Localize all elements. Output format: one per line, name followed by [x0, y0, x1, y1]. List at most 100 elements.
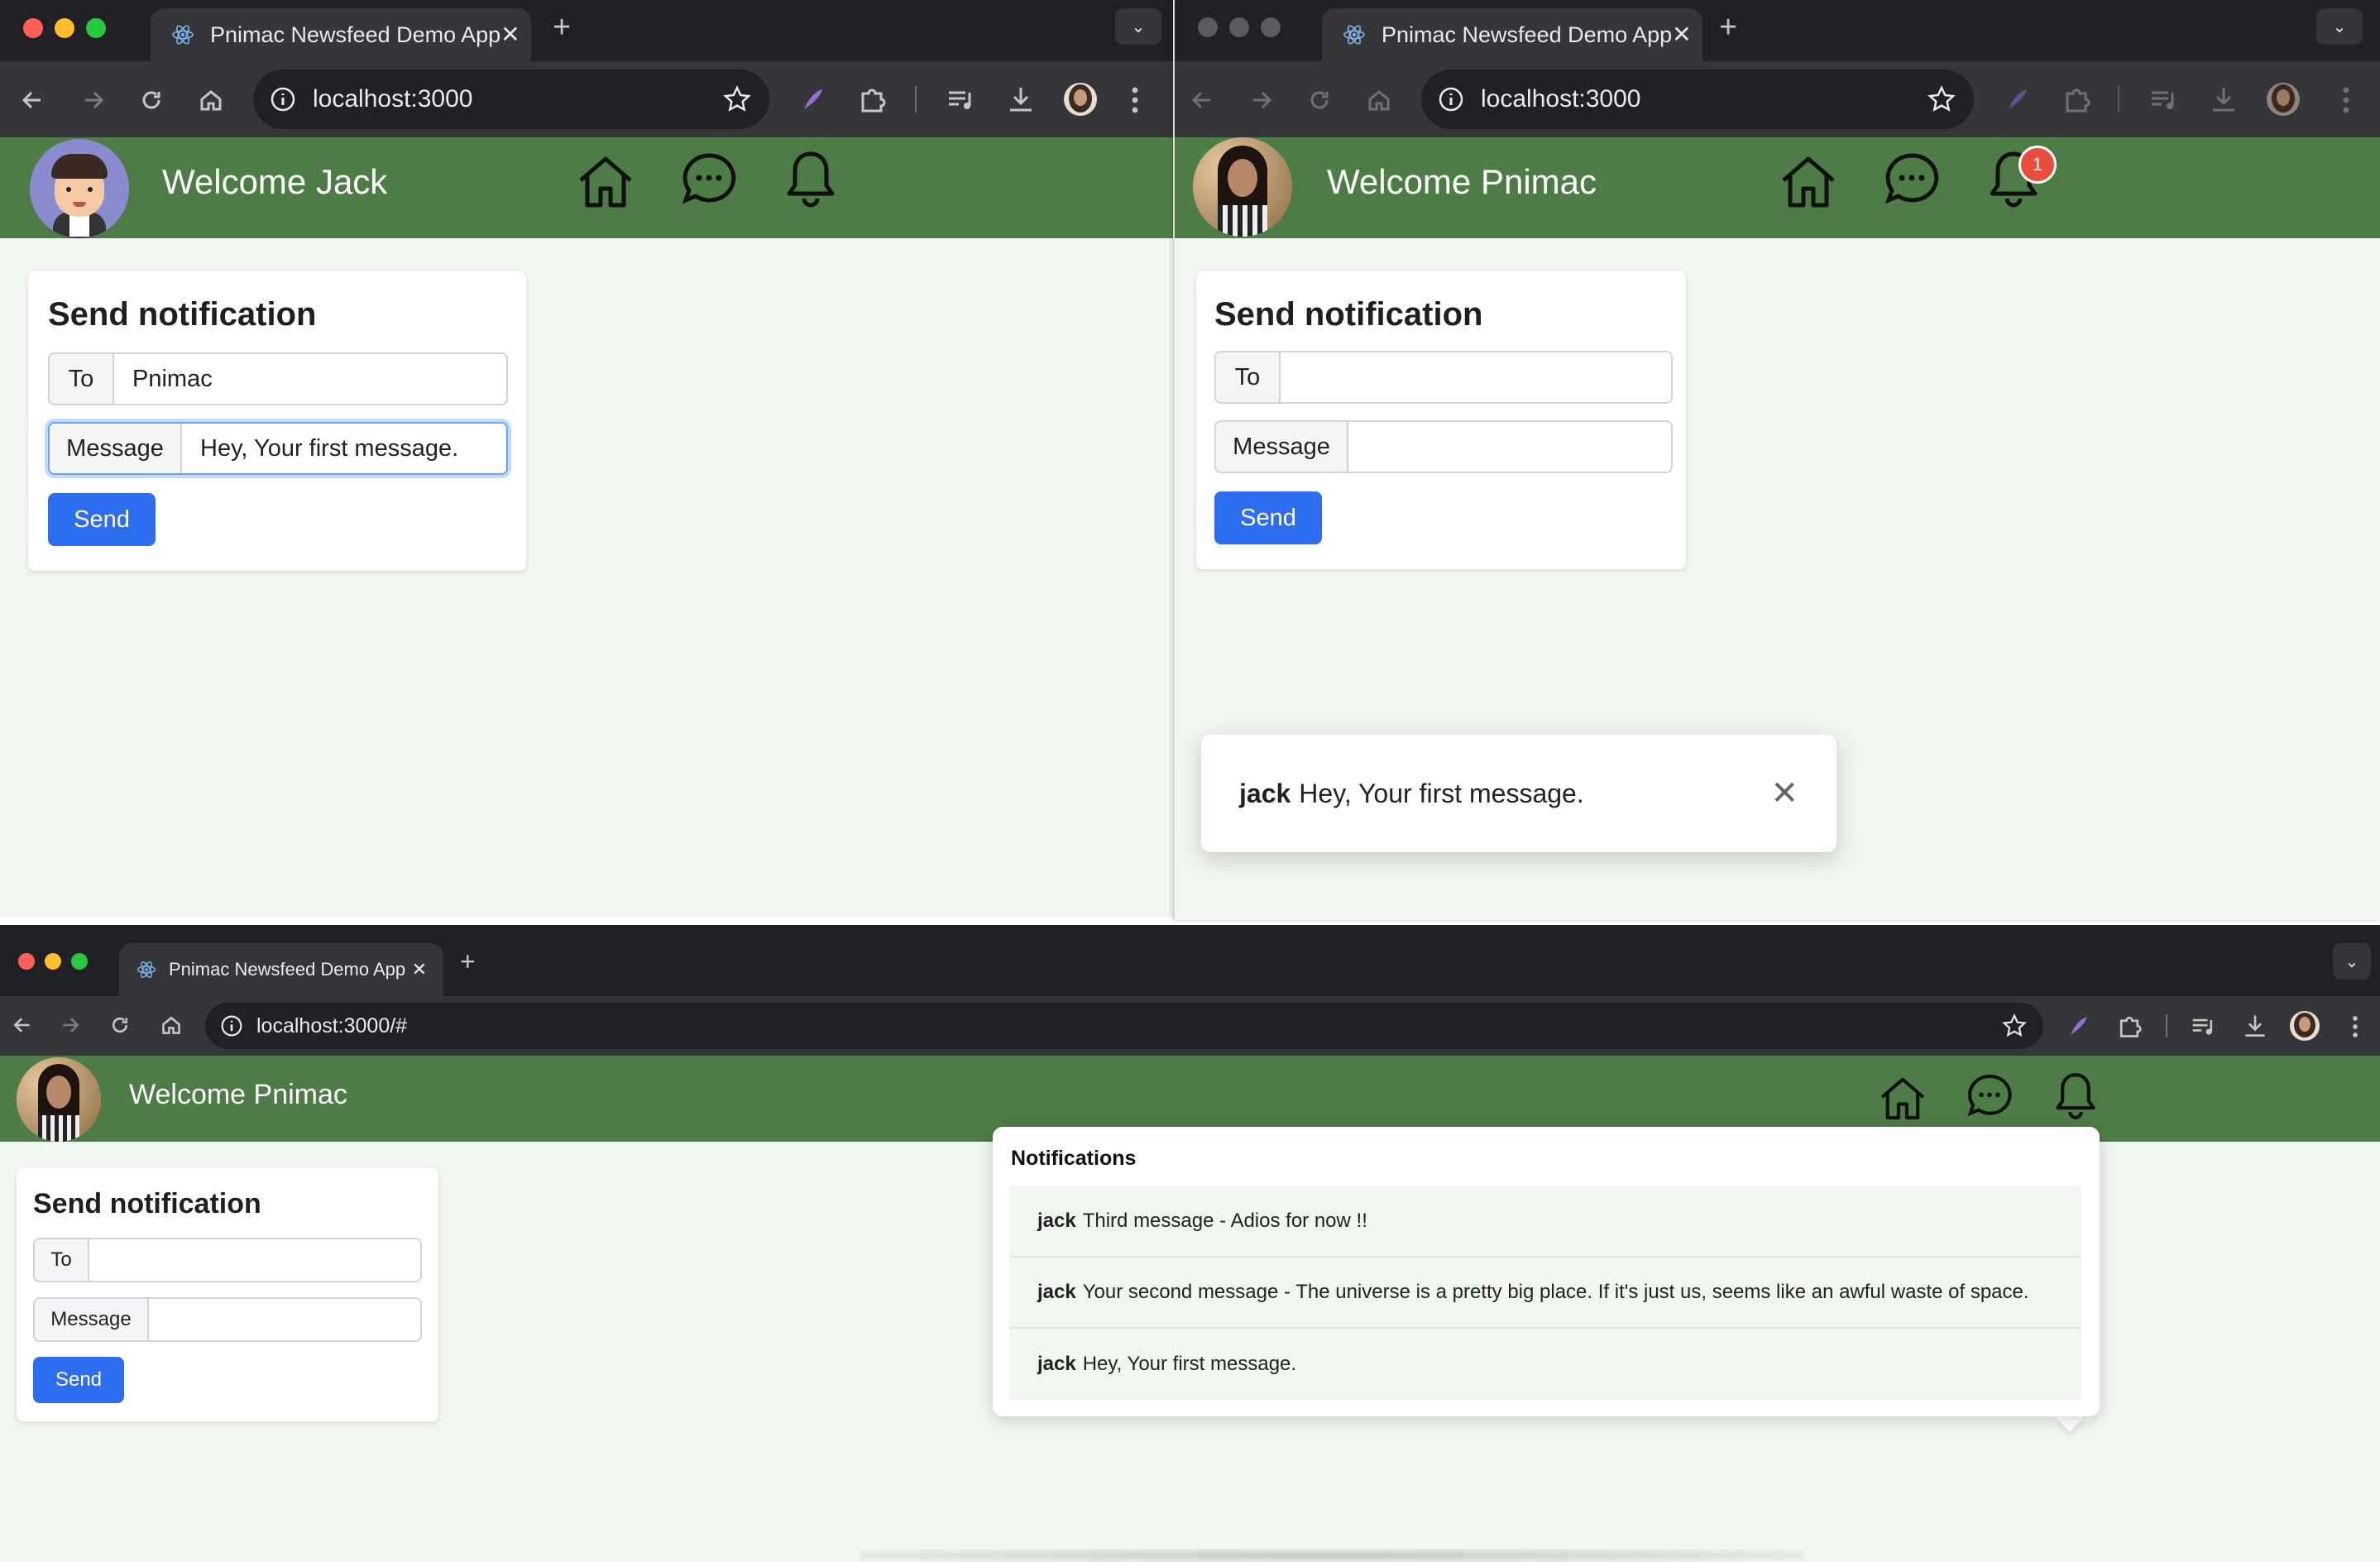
- info-icon[interactable]: [270, 86, 296, 113]
- browser-toolbar: localhost:3000: [1175, 61, 2380, 137]
- kebab-menu-icon[interactable]: [2341, 86, 2351, 114]
- profile-avatar-icon[interactable]: [2290, 1011, 2320, 1041]
- cartoon-avatar[interactable]: [30, 139, 129, 238]
- home-icon[interactable]: [576, 152, 635, 210]
- info-icon[interactable]: [1438, 86, 1464, 113]
- minimize-window-button[interactable]: [55, 18, 74, 38]
- home-icon[interactable]: [199, 88, 223, 113]
- chevron-down-icon[interactable]: ⌄: [2333, 943, 2371, 980]
- close-icon[interactable]: ✕: [1672, 23, 1691, 46]
- to-input[interactable]: Pnimac: [114, 354, 506, 404]
- minimize-window-button[interactable]: [45, 953, 61, 970]
- download-icon[interactable]: [2242, 1013, 2268, 1039]
- info-icon[interactable]: [220, 1014, 243, 1037]
- send-button[interactable]: Send: [1214, 491, 1322, 544]
- arrow-left-icon[interactable]: [12, 1014, 33, 1036]
- chevron-down-icon[interactable]: ⌄: [1115, 8, 1161, 45]
- puzzle-icon[interactable]: [2062, 84, 2091, 114]
- send-button[interactable]: Send: [48, 493, 156, 546]
- notification-sender: jack: [1037, 1353, 1076, 1375]
- maximize-window-button[interactable]: [71, 953, 88, 970]
- window-controls: [1198, 17, 1281, 37]
- close-icon[interactable]: ✕: [500, 23, 520, 46]
- tab-active[interactable]: Pnimac Newsfeed Demo App ✕: [1322, 8, 1702, 61]
- minimize-window-button[interactable]: [1229, 17, 1249, 37]
- profile-avatar-icon[interactable]: [1064, 83, 1097, 116]
- puzzle-icon[interactable]: [2116, 1013, 2143, 1039]
- arrow-right-icon[interactable]: [1249, 88, 1274, 113]
- message-input[interactable]: [1348, 422, 1671, 472]
- to-input[interactable]: [89, 1239, 420, 1281]
- arrow-right-icon[interactable]: [81, 88, 106, 113]
- tab-active[interactable]: Pnimac Newsfeed Demo App ✕: [119, 943, 443, 996]
- reload-icon[interactable]: [139, 88, 164, 113]
- notification-item[interactable]: jack Your second message - The universe …: [1009, 1258, 2081, 1329]
- bell-icon[interactable]: [786, 149, 836, 210]
- star-icon[interactable]: [2002, 1013, 2027, 1038]
- notifications-popover: Notifications jack Third message - Adios…: [993, 1127, 2100, 1416]
- home-icon[interactable]: [160, 1014, 182, 1036]
- arrow-left-icon[interactable]: [20, 88, 45, 113]
- address-bar[interactable]: localhost:3000/#: [205, 1003, 2043, 1049]
- chevron-down-icon[interactable]: ⌄: [2316, 8, 2363, 45]
- maximize-window-button[interactable]: [86, 18, 106, 38]
- message-field: Message: [1214, 420, 1673, 473]
- media-queue-icon[interactable]: [2149, 86, 2179, 114]
- toolbar-divider: [2118, 86, 2119, 113]
- plus-icon[interactable]: +: [460, 948, 476, 975]
- maximize-window-button[interactable]: [1261, 17, 1281, 37]
- feather-icon[interactable]: [2002, 84, 2032, 114]
- home-icon[interactable]: [1779, 152, 1838, 210]
- notification-message: Third message - Adios for now !!: [1082, 1210, 1367, 1232]
- reload-icon[interactable]: [109, 1014, 131, 1036]
- media-queue-icon[interactable]: [946, 86, 976, 114]
- kebab-menu-icon[interactable]: [2351, 1014, 2359, 1039]
- message-input[interactable]: [149, 1299, 420, 1340]
- notification-item[interactable]: jack Hey, Your first message.: [1009, 1329, 2081, 1400]
- plus-icon[interactable]: +: [553, 12, 571, 43]
- url-text: localhost:3000: [313, 85, 473, 113]
- home-icon[interactable]: [1367, 88, 1391, 113]
- chat-icon[interactable]: [680, 151, 738, 208]
- star-icon[interactable]: [723, 85, 751, 113]
- tab-active[interactable]: Pnimac Newsfeed Demo App ✕: [151, 8, 531, 61]
- address-bar[interactable]: localhost:3000: [1421, 69, 1974, 129]
- kebab-menu-icon[interactable]: [1130, 86, 1140, 114]
- chat-icon[interactable]: [1966, 1072, 2014, 1120]
- address-bar[interactable]: localhost:3000: [253, 69, 769, 129]
- bell-icon[interactable]: [2055, 1071, 2096, 1122]
- react-atom-icon: [1343, 25, 1365, 45]
- browser-window-jack: Pnimac Newsfeed Demo App ✕ + ⌄ localhost…: [0, 0, 1173, 917]
- close-window-button[interactable]: [18, 953, 35, 970]
- chat-icon[interactable]: [1883, 151, 1941, 208]
- reload-icon[interactable]: [1307, 88, 1332, 113]
- close-icon[interactable]: ✕: [412, 961, 427, 979]
- close-icon[interactable]: ✕: [1770, 774, 1798, 812]
- dock-shadow: [860, 1549, 1803, 1562]
- to-input[interactable]: [1281, 352, 1671, 402]
- toast-sender: jack: [1239, 778, 1291, 808]
- feather-icon[interactable]: [797, 84, 827, 114]
- plus-icon[interactable]: +: [1719, 12, 1737, 43]
- notification-item[interactable]: jack Third message - Adios for now !!: [1009, 1186, 2081, 1258]
- home-icon[interactable]: [1878, 1074, 1927, 1122]
- react-atom-icon: [172, 25, 194, 45]
- to-field: To Pnimac: [48, 352, 508, 405]
- download-icon[interactable]: [1006, 84, 1036, 114]
- media-queue-icon[interactable]: [2191, 1014, 2217, 1039]
- send-button[interactable]: Send: [33, 1357, 124, 1403]
- download-icon[interactable]: [2209, 84, 2239, 114]
- photo-avatar[interactable]: [17, 1057, 101, 1142]
- close-window-button[interactable]: [1198, 17, 1218, 37]
- puzzle-icon[interactable]: [857, 84, 887, 114]
- message-input[interactable]: Hey, Your first message.: [182, 424, 506, 473]
- notification-message: Hey, Your first message.: [1082, 1353, 1297, 1375]
- feather-icon[interactable]: [2065, 1013, 2091, 1039]
- arrow-left-icon[interactable]: [1190, 88, 1214, 113]
- photo-avatar[interactable]: [1193, 137, 1292, 237]
- star-icon[interactable]: [1927, 85, 1956, 113]
- toolbar-divider: [915, 86, 917, 113]
- arrow-right-icon[interactable]: [60, 1014, 81, 1036]
- close-window-button[interactable]: [23, 18, 43, 38]
- profile-avatar-icon[interactable]: [2267, 83, 2300, 116]
